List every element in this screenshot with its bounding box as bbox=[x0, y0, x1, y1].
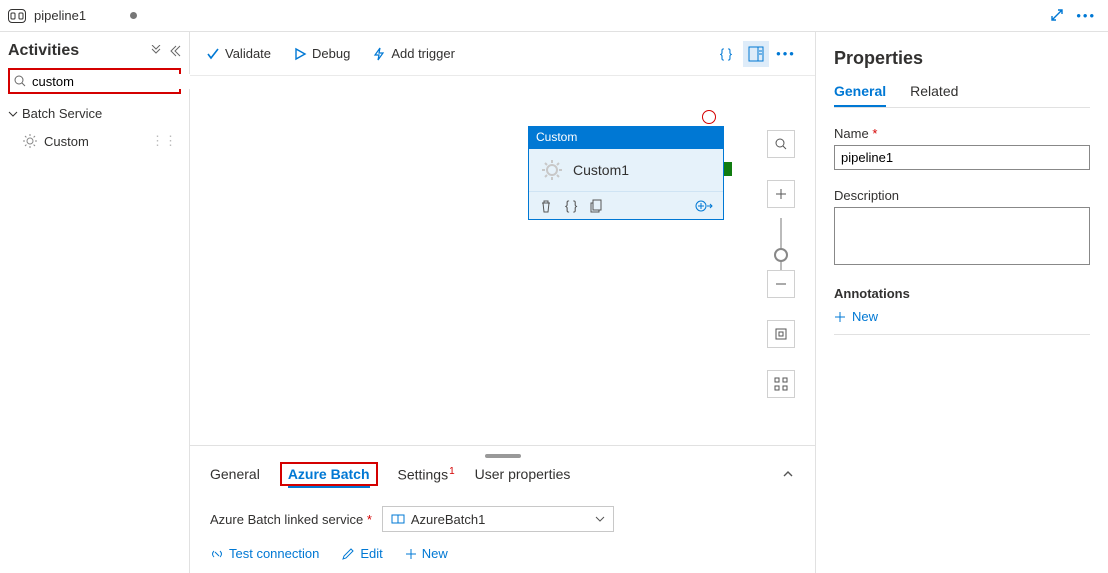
add-trigger-label: Add trigger bbox=[391, 46, 455, 61]
fit-screen-icon[interactable] bbox=[767, 320, 795, 348]
tab-title[interactable]: pipeline1 bbox=[34, 8, 86, 23]
zoom-in-icon[interactable] bbox=[767, 180, 795, 208]
dirty-indicator-icon bbox=[130, 12, 137, 19]
linked-service-value: AzureBatch1 bbox=[411, 512, 485, 527]
linked-service-dropdown[interactable]: AzureBatch1 bbox=[382, 506, 614, 532]
linked-service-icon bbox=[391, 512, 405, 526]
node-name: Custom1 bbox=[573, 162, 629, 178]
new-linked-service-button[interactable]: New bbox=[405, 546, 448, 561]
activities-title: Activities bbox=[8, 42, 79, 60]
canvas-more-icon[interactable]: ••• bbox=[773, 41, 799, 67]
delete-icon[interactable] bbox=[539, 199, 553, 213]
add-annotation-button[interactable]: New bbox=[834, 309, 1090, 324]
chevron-down-icon bbox=[595, 514, 605, 524]
props-tab-related[interactable]: Related bbox=[910, 83, 958, 107]
tab-general[interactable]: General bbox=[210, 466, 260, 482]
pencil-icon bbox=[341, 547, 355, 561]
properties-pane-icon[interactable] bbox=[743, 41, 769, 67]
name-label: Name bbox=[834, 126, 869, 141]
props-tab-general[interactable]: General bbox=[834, 83, 886, 107]
collapse-all-icon[interactable] bbox=[151, 45, 163, 57]
hide-panel-icon[interactable] bbox=[169, 45, 181, 57]
gear-icon bbox=[22, 133, 38, 149]
more-icon[interactable]: ••• bbox=[1076, 8, 1096, 23]
collapse-bottom-icon[interactable] bbox=[781, 467, 795, 481]
code-view-icon[interactable]: { } bbox=[713, 41, 739, 67]
zoom-out-icon[interactable] bbox=[767, 270, 795, 298]
connection-icon bbox=[210, 547, 224, 561]
zoom-slider[interactable] bbox=[780, 218, 782, 274]
test-connection-button[interactable]: Test connection bbox=[210, 546, 319, 561]
debug-button[interactable]: Debug bbox=[293, 46, 350, 61]
canvas-search-icon[interactable] bbox=[767, 130, 795, 158]
tree-category-batch-service[interactable]: Batch Service bbox=[8, 104, 181, 123]
plus-icon bbox=[834, 311, 846, 323]
properties-title: Properties bbox=[834, 48, 1090, 69]
collapse-node-icon[interactable] bbox=[695, 199, 713, 213]
activity-node-custom1[interactable]: Custom Custom1 { } bbox=[528, 126, 724, 220]
tree-category-label: Batch Service bbox=[22, 106, 102, 121]
linked-service-label: Azure Batch linked service bbox=[210, 512, 363, 527]
drag-handle-icon[interactable]: ⋮⋮ bbox=[151, 133, 177, 149]
resize-handle[interactable] bbox=[485, 454, 521, 458]
edit-button[interactable]: Edit bbox=[341, 546, 382, 561]
success-connector[interactable] bbox=[724, 162, 732, 176]
node-code-icon[interactable]: { } bbox=[565, 198, 577, 213]
pipeline-icon bbox=[8, 9, 26, 23]
tab-azure-batch[interactable]: Azure Batch bbox=[288, 466, 370, 482]
add-trigger-button[interactable]: Add trigger bbox=[372, 46, 455, 61]
tab-settings[interactable]: Settings1 bbox=[398, 466, 455, 483]
play-icon bbox=[293, 47, 307, 61]
name-input[interactable] bbox=[834, 145, 1090, 170]
settings-badge: 1 bbox=[449, 466, 455, 477]
node-status-icon bbox=[702, 110, 716, 124]
auto-layout-icon[interactable] bbox=[767, 370, 795, 398]
search-icon bbox=[14, 75, 26, 87]
gear-icon bbox=[539, 157, 565, 183]
search-input[interactable] bbox=[32, 74, 208, 89]
node-header: Custom bbox=[528, 126, 724, 148]
plus-icon bbox=[405, 548, 417, 560]
chevron-down-icon bbox=[8, 109, 18, 119]
activity-item-custom[interactable]: Custom ⋮⋮ bbox=[8, 129, 181, 153]
debug-label: Debug bbox=[312, 46, 350, 61]
tab-user-properties[interactable]: User properties bbox=[475, 466, 571, 482]
copy-icon[interactable] bbox=[589, 199, 603, 213]
validate-label: Validate bbox=[225, 46, 271, 61]
bolt-icon bbox=[372, 47, 386, 61]
validate-button[interactable]: Validate bbox=[206, 46, 271, 61]
search-input-wrap[interactable] bbox=[8, 68, 181, 94]
pipeline-canvas[interactable]: Custom Custom1 { } bbox=[190, 76, 815, 445]
description-label: Description bbox=[834, 188, 1090, 203]
check-icon bbox=[206, 47, 220, 61]
description-input[interactable] bbox=[834, 207, 1090, 265]
expand-icon[interactable] bbox=[1050, 8, 1064, 23]
zoom-slider-knob[interactable] bbox=[774, 248, 788, 262]
annotations-label: Annotations bbox=[834, 286, 1090, 301]
activity-item-label: Custom bbox=[44, 134, 89, 149]
